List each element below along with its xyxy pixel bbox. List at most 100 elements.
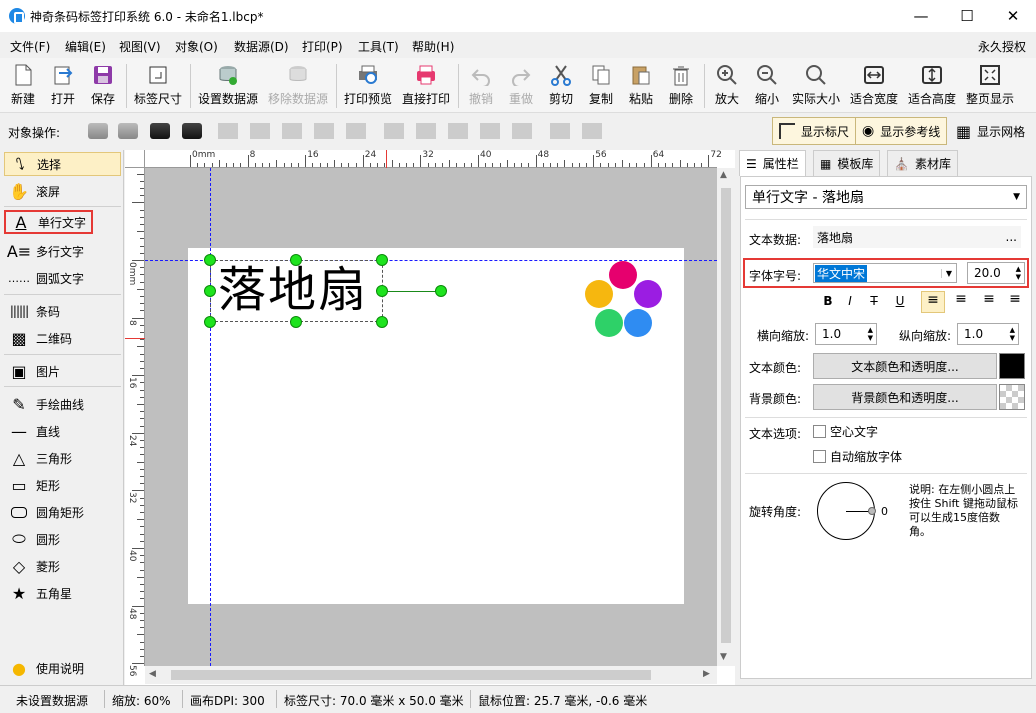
tool-image[interactable]: ▣ 图片: [4, 359, 121, 383]
menu-help[interactable]: 帮助(H): [412, 38, 454, 55]
tool-qrcode[interactable]: ▩ 二维码: [4, 326, 121, 350]
resize-handle-sw[interactable]: [204, 316, 216, 328]
text-color-button[interactable]: 文本颜色和透明度...: [813, 353, 997, 379]
object-select[interactable]: 单行文字 - 落地扇 ▼: [745, 185, 1027, 209]
layer-bring-front-icon[interactable]: [88, 123, 108, 139]
tool-barcode[interactable]: |||||| 条码: [4, 299, 121, 323]
tab-materials[interactable]: ⛪ 素材库: [887, 150, 958, 176]
auto-scale-checkbox[interactable]: 自动缩放字体: [813, 448, 902, 465]
redo-button[interactable]: 重做: [504, 62, 538, 110]
rotate-handle[interactable]: [435, 285, 447, 297]
spinner-icon[interactable]: ▲ ▼: [1016, 265, 1021, 281]
resize-handle-w[interactable]: [204, 285, 216, 297]
resize-handle-e[interactable]: [376, 285, 388, 297]
fit-height-button[interactable]: 适合高度: [906, 62, 958, 110]
maximize-button[interactable]: ☐: [944, 0, 990, 32]
tab-templates[interactable]: ▦ 模板库: [813, 150, 881, 176]
tool-star[interactable]: ★ 五角星: [4, 581, 121, 605]
align-center-icon[interactable]: [250, 123, 270, 139]
tool-line[interactable]: — 直线: [4, 419, 121, 443]
text-data-field[interactable]: 落地扇...: [813, 226, 1021, 248]
show-ruler-toggle[interactable]: 显示标尺: [772, 117, 857, 145]
new-button[interactable]: 新建: [6, 62, 40, 110]
scroll-left-icon[interactable]: ◀: [149, 669, 156, 679]
menu-object[interactable]: 对象(O): [175, 38, 218, 55]
close-button[interactable]: ✕: [990, 0, 1036, 32]
left-ruler[interactable]: 0mm 8 16 24 32 40 48 56: [125, 168, 145, 677]
align-center-text-icon[interactable]: ≡: [949, 291, 973, 313]
label-size-button[interactable]: 标签尺寸: [132, 62, 184, 110]
tool-arc-text[interactable]: …… 圆弧文字: [4, 266, 121, 290]
text-color-swatch[interactable]: [999, 353, 1025, 379]
align-right-text-icon[interactable]: ≡: [977, 291, 1001, 313]
zoom-out-button[interactable]: 缩小: [750, 62, 784, 110]
space-v-icon[interactable]: [512, 123, 532, 139]
set-datasource-button[interactable]: 设置数据源: [196, 62, 260, 110]
justify-text-icon[interactable]: ≡: [1003, 291, 1027, 313]
tool-freehand[interactable]: ✎ 手绘曲线: [4, 392, 121, 416]
align-right-icon[interactable]: [282, 123, 302, 139]
bg-color-swatch[interactable]: [999, 384, 1025, 410]
cut-button[interactable]: 剪切: [544, 62, 578, 110]
h-scale-input[interactable]: 1.0 ▲ ▼: [815, 323, 877, 345]
logo-image[interactable]: [582, 258, 666, 342]
tool-diamond[interactable]: ◇ 菱形: [4, 554, 121, 578]
space-h-icon[interactable]: [346, 123, 366, 139]
font-family-select[interactable]: 华文中宋 ▼: [813, 263, 957, 283]
menu-datasource[interactable]: 数据源(D): [234, 38, 289, 55]
align-top-icon[interactable]: [384, 123, 404, 139]
copy-button[interactable]: 复制: [584, 62, 618, 110]
tool-triangle[interactable]: △ 三角形: [4, 446, 121, 470]
hollow-text-checkbox[interactable]: 空心文字: [813, 423, 878, 440]
tool-scroll[interactable]: ✋ 滚屏: [4, 179, 121, 203]
resize-handle-se[interactable]: [376, 316, 388, 328]
more-button[interactable]: ...: [1006, 230, 1017, 244]
scroll-up-icon[interactable]: ▲: [720, 170, 727, 180]
show-grid-toggle[interactable]: ▦ 显示网格: [956, 123, 1025, 140]
print-preview-button[interactable]: 打印预览: [342, 62, 394, 110]
tool-select[interactable]: ⭛ 选择: [4, 152, 121, 176]
zoom-in-button[interactable]: 放大: [710, 62, 744, 110]
spinner-icon[interactable]: ▲ ▼: [1010, 326, 1015, 342]
tab-properties[interactable]: ☰ 属性栏: [739, 150, 806, 176]
spinner-icon[interactable]: ▲ ▼: [868, 326, 873, 342]
rotation-knob[interactable]: [868, 507, 876, 515]
resize-handle-nw[interactable]: [204, 254, 216, 266]
group-icon[interactable]: [550, 123, 570, 139]
minimize-button[interactable]: —: [898, 0, 944, 32]
menu-tools[interactable]: 工具(T): [358, 38, 399, 55]
actual-size-button[interactable]: 实际大小: [790, 62, 842, 110]
align-bottom-icon[interactable]: [448, 123, 468, 139]
align-left-icon[interactable]: [218, 123, 238, 139]
text-object[interactable]: 落地扇: [218, 259, 368, 321]
vertical-scrollbar[interactable]: ▲ ▼: [717, 168, 735, 666]
open-button[interactable]: 打开: [46, 62, 80, 110]
vertical-guide[interactable]: [210, 168, 211, 666]
help-button[interactable]: ● 使用说明: [4, 656, 121, 680]
bold-button[interactable]: B: [819, 294, 837, 312]
top-ruler[interactable]: 0mm 8 16 24 32 40 48 56 64 72: [145, 150, 722, 168]
align-middle-icon[interactable]: [416, 123, 436, 139]
layer-down-icon[interactable]: [182, 123, 202, 139]
v-scale-input[interactable]: 1.0 ▲ ▼: [957, 323, 1019, 345]
tool-rect[interactable]: ▭ 矩形: [4, 473, 121, 497]
tool-single-text[interactable]: A 单行文字: [4, 210, 93, 234]
strikethrough-button[interactable]: T: [865, 294, 883, 312]
ungroup-icon[interactable]: [582, 123, 602, 139]
distribute-v-icon[interactable]: [480, 123, 500, 139]
save-button[interactable]: 保存: [86, 62, 120, 110]
scroll-down-icon[interactable]: ▼: [720, 652, 727, 662]
undo-button[interactable]: 撤销: [464, 62, 498, 110]
horizontal-scrollbar[interactable]: ◀ ▶: [145, 666, 717, 684]
align-left-text-icon[interactable]: ≡: [921, 291, 945, 313]
tool-multi-text[interactable]: A≡ 多行文字: [4, 239, 121, 263]
menu-view[interactable]: 视图(V): [119, 38, 161, 55]
direct-print-button[interactable]: 直接打印: [400, 62, 452, 110]
resize-handle-n[interactable]: [290, 254, 302, 266]
show-guides-toggle[interactable]: ◉ 显示参考线: [855, 117, 948, 145]
rotation-dial[interactable]: [817, 482, 876, 540]
scroll-thumb[interactable]: [171, 670, 651, 680]
underline-button[interactable]: U: [891, 294, 909, 312]
layer-up-icon[interactable]: [150, 123, 170, 139]
paste-button[interactable]: 粘贴: [624, 62, 658, 110]
